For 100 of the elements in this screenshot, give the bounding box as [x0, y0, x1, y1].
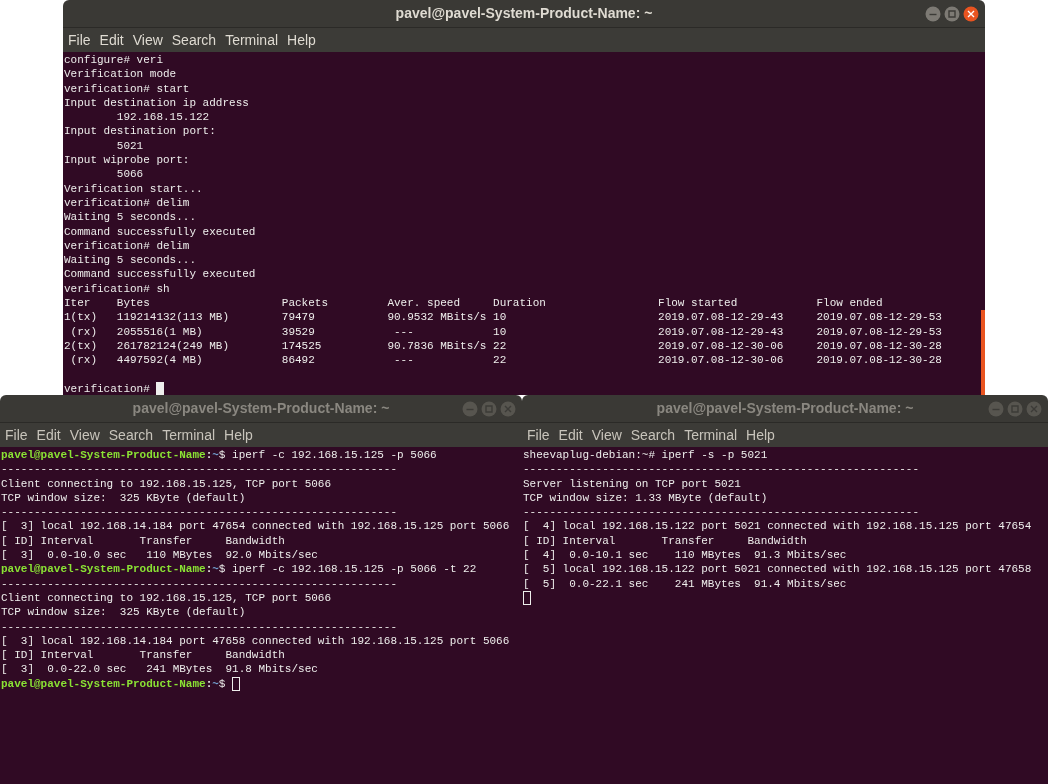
table-cell-text: 90.7836 MBits/s — [387, 338, 488, 354]
maximize-icon[interactable] — [481, 401, 497, 417]
menu-item[interactable]: Edit — [32, 424, 65, 446]
table-cell: 2019.07.08-12-29-53 — [816, 310, 942, 325]
terminal-line: TCP window size: 325 KByte (default) — [1, 490, 246, 506]
terminal-line: sheevaplug-debian:~# iperf -s -p 5021 — [523, 448, 768, 463]
close-icon[interactable] — [963, 6, 979, 22]
terminal-line: ------------------------------------------------------------ — [1, 505, 398, 520]
terminal-line: ------------------------------------------------------------ — [1, 462, 398, 477]
menu-item[interactable]: Help — [220, 424, 257, 446]
prompt-host: pavel@pavel-System-Product-Name — [1, 676, 206, 692]
terminal-line: 5066 — [115, 167, 144, 182]
terminal-line: ------------------------------------------------------------ — [1, 576, 398, 591]
prompt-host: pavel@pavel-System-Product-Name — [1, 448, 206, 463]
prompt-separator: : — [205, 676, 213, 692]
menu-item[interactable]: File — [1, 424, 32, 446]
minimize-icon[interactable] — [462, 401, 478, 417]
table-cell-text: 2055516(1 MB) — [116, 324, 204, 339]
table-cell-text: 2019.07.08-12-30-06 — [658, 338, 785, 354]
prompt-separator: : — [205, 448, 213, 463]
menu-item[interactable]: Search — [626, 424, 680, 446]
terminal-line: [ 3] 0.0-10.0 sec 110 MBytes 92.0 Mbits/sec — [1, 548, 318, 563]
terminal-line: Waiting 5 seconds... — [64, 210, 197, 225]
table-cell-text: 2019.07.08-12-29-43 — [658, 310, 785, 325]
prompt-symbol: $ — [218, 448, 226, 463]
terminal-line: ------------------------------------------------------------ — [523, 505, 920, 520]
table-cell-text: 1(tx) — [64, 310, 98, 325]
column-header: Flow ended — [816, 296, 884, 311]
terminal-line: Waiting 5 seconds... — [64, 253, 197, 268]
menu-item[interactable]: File — [64, 29, 95, 51]
minimize-icon[interactable] — [988, 401, 1004, 417]
terminal-line: [ 5] local 192.168.15.122 port 5021 connected with 192.168.15.125 port 47658 — [523, 562, 1032, 577]
prompt-symbol: $ — [218, 562, 226, 577]
menu-item[interactable]: Help — [283, 29, 320, 51]
terminal-line: ------------------------------------------------------------ — [1, 619, 398, 634]
table-cell-text: 2019.07.08-12-30-06 — [658, 353, 785, 368]
table-cell-text: 22 — [493, 353, 508, 368]
window-title: pavel@pavel-System-Product-Name: ~ — [395, 4, 653, 23]
table-cell-text: 90.9532 MBits/s — [387, 310, 488, 325]
menu-item[interactable]: Edit — [95, 29, 128, 51]
table-cell-text: 2(tx) — [64, 338, 98, 354]
menu-item[interactable]: Edit — [554, 424, 587, 446]
table-cell: 2019.07.08-12-30-28 — [816, 353, 942, 368]
table-cell-text: 4497592(4 MB) — [116, 353, 204, 368]
table-cell-text: 79479 — [281, 310, 316, 325]
table-cell-text: 86492 — [281, 353, 316, 368]
terminal-line: Client connecting to 192.168.15.125, TCP port 5066 — [1, 590, 332, 606]
prompt-path: ~ — [212, 448, 219, 463]
table-cell-text: --- — [393, 353, 415, 368]
table-cell-text: 261782124(249 MB) — [116, 338, 230, 354]
menu-item[interactable]: Terminal — [158, 424, 220, 446]
maximize-icon[interactable] — [1007, 401, 1023, 417]
terminal-line: verification# sh — [64, 281, 170, 297]
terminal-line: verification# delim — [64, 195, 190, 211]
table-cell-text: 39529 — [281, 324, 316, 339]
menu-item[interactable]: Search — [104, 424, 158, 446]
column-header: Bytes — [116, 296, 151, 311]
terminal-line: [ ID] Interval Transfer Bandwidth — [523, 533, 807, 549]
command-text: iperf -c 192.168.15.125 -p 5066 — [232, 448, 437, 463]
menu-item[interactable]: View — [128, 29, 167, 51]
terminal-line: Input wiprobe port: — [64, 153, 190, 168]
column-header: Duration — [493, 296, 547, 311]
column-header: Aver. speed — [387, 296, 462, 311]
terminal-line: Input destination port: — [64, 124, 216, 139]
prompt-symbol: $ — [218, 676, 226, 692]
minimize-icon[interactable] — [925, 6, 941, 22]
terminal-line: verification# start — [64, 81, 190, 96]
table-cell-text: 10 — [493, 324, 508, 339]
prompt-separator: : — [205, 562, 213, 577]
table-cell: 2019.07.08-12-30-28 — [816, 338, 942, 354]
terminal-line: Verification start... — [64, 181, 203, 196]
column-header: Packets — [281, 296, 330, 311]
menu-item[interactable]: Terminal — [680, 424, 742, 446]
menu-item[interactable]: Help — [742, 424, 779, 446]
terminal-line: [ 3] local 192.168.14.184 port 47658 connected with 192.168.15.125 port 5066 — [1, 633, 510, 649]
menu-item[interactable]: View — [587, 424, 626, 446]
table-cell-text: --- — [393, 324, 415, 339]
terminal-line: TCP window size: 1.33 MByte (default) — [523, 490, 768, 506]
table-cell-text: 22 — [493, 338, 508, 354]
command-text: iperf -c 192.168.15.125 -p 5066 -t 22 — [232, 562, 477, 577]
table-cell-text: (rx) — [69, 324, 98, 339]
terminal-line: [ 5] 0.0-22.1 sec 241 MBytes 91.4 Mbits/sec — [523, 576, 847, 591]
terminal-line: Server listening on TCP port 5021 — [523, 476, 741, 491]
window-title: pavel@pavel-System-Product-Name: ~ — [656, 399, 914, 418]
table-cell: 2019.07.08-12-29-53 — [816, 324, 942, 339]
menu-item[interactable]: Terminal — [221, 29, 283, 51]
terminal-line: Verification mode — [64, 67, 177, 82]
terminal-line: 5021 — [115, 138, 144, 154]
terminal-line: verification# delim — [64, 238, 190, 254]
table-cell-text: (rx) — [69, 353, 98, 368]
terminal-line: verification# — [64, 381, 150, 395]
terminal-line: 192.168.15.122 — [115, 110, 210, 125]
column-header: Flow started — [658, 296, 739, 311]
menu-item[interactable]: File — [523, 424, 554, 446]
terminal-line: Command successfully executed — [64, 224, 256, 239]
menu-item[interactable]: Search — [167, 29, 221, 51]
table-cell-text: 2019.07.08-12-29-43 — [658, 324, 785, 339]
menu-item[interactable]: View — [65, 424, 104, 446]
prompt-host: pavel@pavel-System-Product-Name — [1, 562, 206, 577]
terminal-line: [ 4] local 192.168.15.122 port 5021 connected with 192.168.15.125 port 47654 — [523, 519, 1032, 534]
